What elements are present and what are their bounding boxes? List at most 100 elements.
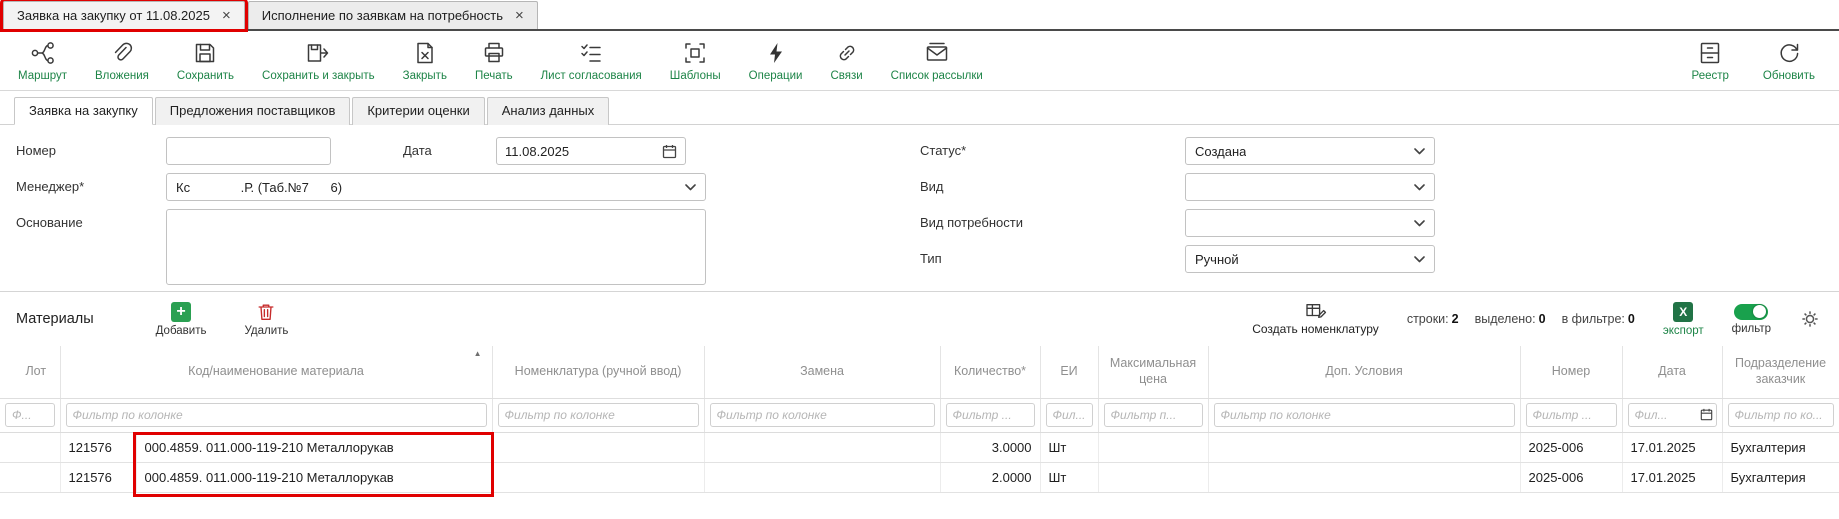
materials-table: Лот ▲ Код/наименование материала Номенкл… <box>0 346 1839 493</box>
cell-quantity[interactable]: 3.0000 <box>940 432 1040 462</box>
cell-date[interactable]: 17.01.2025 <box>1622 462 1722 492</box>
registry-button[interactable]: Реестр <box>1692 40 1729 83</box>
table-row[interactable]: 121576 000.4859. 011.000-119-210 Металло… <box>0 432 1839 462</box>
approval-sheet-icon <box>578 40 604 66</box>
filter-input-conditions[interactable] <box>1214 403 1515 427</box>
tab-evaluation-criteria[interactable]: Критерии оценки <box>352 97 484 125</box>
route-button[interactable]: Маршрут <box>18 40 67 83</box>
attachments-button[interactable]: Вложения <box>95 40 149 83</box>
materials-toolbar: Материалы + Добавить Удалить Создать ном… <box>0 291 1839 346</box>
operations-button[interactable]: Операции <box>749 40 803 83</box>
window-tab-bar: Заявка на закупку от 11.08.2025 × Исполн… <box>0 0 1839 31</box>
filter-input-code-name[interactable] <box>66 403 487 427</box>
filter-input-nomenclature[interactable] <box>498 403 699 427</box>
cell-replacement[interactable] <box>704 432 940 462</box>
refresh-button[interactable]: Обновить <box>1763 40 1815 83</box>
cell-unit[interactable]: Шт <box>1040 432 1098 462</box>
cell-max-price[interactable] <box>1098 462 1208 492</box>
registry-icon <box>1697 40 1723 66</box>
export-excel-button[interactable]: X экспорт <box>1663 302 1704 337</box>
add-button[interactable]: + Добавить <box>156 302 207 337</box>
cell-conditions[interactable] <box>1208 432 1520 462</box>
cell-lot[interactable] <box>0 462 60 492</box>
links-button[interactable]: Связи <box>830 40 862 83</box>
cell-replacement[interactable] <box>704 462 940 492</box>
col-header-date[interactable]: Дата <box>1622 346 1722 398</box>
number-label: Номер <box>16 137 166 158</box>
save-button[interactable]: Сохранить <box>177 40 234 83</box>
filter-input-quantity[interactable] <box>946 403 1035 427</box>
filter-input-unit[interactable] <box>1046 403 1093 427</box>
templates-button[interactable]: Шаблоны <box>670 40 721 83</box>
cell-unit[interactable]: Шт <box>1040 462 1098 492</box>
close-icon[interactable]: × <box>222 8 231 23</box>
close-document-button[interactable]: Закрыть <box>403 40 447 83</box>
col-header-nomenclature[interactable]: Номенклатура (ручной ввод) <box>492 346 704 398</box>
cell-nomenclature[interactable] <box>492 462 704 492</box>
gear-icon[interactable] <box>1799 308 1821 330</box>
cell-name[interactable]: 000.4859. 011.000-119-210 Металлорукав <box>136 432 492 462</box>
col-header-lot[interactable]: Лот <box>0 346 60 398</box>
kind-label: Вид <box>920 173 1185 194</box>
table-row[interactable]: 121576 000.4859. 011.000-119-210 Металло… <box>0 462 1839 492</box>
cell-department[interactable]: Бухгалтерия <box>1722 462 1839 492</box>
calendar-icon[interactable] <box>1700 408 1713 421</box>
delete-button[interactable]: Удалить <box>244 302 288 337</box>
date-label: Дата <box>331 137 496 158</box>
type-select[interactable]: Ручной <box>1185 245 1435 273</box>
filter-toggle[interactable] <box>1734 304 1768 320</box>
cell-code[interactable]: 121576 <box>60 432 136 462</box>
filter-input-lot[interactable] <box>5 403 55 427</box>
window-tab-label: Заявка на закупку от 11.08.2025 <box>17 8 210 23</box>
date-input[interactable]: 11.08.2025 <box>496 137 686 165</box>
kind-select[interactable] <box>1185 173 1435 201</box>
save-close-button[interactable]: Сохранить и закрыть <box>262 40 375 83</box>
cell-department[interactable]: Бухгалтерия <box>1722 432 1839 462</box>
window-tab-purchase-request[interactable]: Заявка на закупку от 11.08.2025 × <box>3 1 245 29</box>
chevron-down-icon <box>1414 184 1425 191</box>
table-header-row: Лот ▲ Код/наименование материала Номенкл… <box>0 346 1839 398</box>
col-header-unit[interactable]: ЕИ <box>1040 346 1098 398</box>
col-header-replacement[interactable]: Замена <box>704 346 940 398</box>
col-header-department[interactable]: Подразделение заказчик <box>1722 346 1839 398</box>
cell-nomenclature[interactable] <box>492 432 704 462</box>
cell-lot[interactable] <box>0 432 60 462</box>
cell-code[interactable]: 121576 <box>60 462 136 492</box>
create-nomenclature-button[interactable]: Создать номенклатуру <box>1252 302 1379 336</box>
status-select[interactable]: Создана <box>1185 137 1435 165</box>
mailing-list-button[interactable]: Список рассылки <box>891 40 983 83</box>
filter-input-max-price[interactable] <box>1104 403 1203 427</box>
basis-textarea[interactable] <box>166 209 706 285</box>
close-icon[interactable]: × <box>515 8 524 23</box>
save-close-icon <box>305 40 331 66</box>
cell-conditions[interactable] <box>1208 462 1520 492</box>
request-form: Номер Дата 11.08.2025 Менеджер* Кс .Р. (… <box>0 125 1839 291</box>
chevron-down-icon <box>1414 220 1425 227</box>
calendar-icon <box>662 144 677 159</box>
cell-name[interactable]: 000.4859. 011.000-119-210 Металлорукав <box>136 462 492 492</box>
window-tab-execution[interactable]: Исполнение по заявкам на потребность × <box>248 1 538 29</box>
col-header-quantity[interactable]: Количество* <box>940 346 1040 398</box>
approval-sheet-button[interactable]: Лист согласования <box>541 40 642 83</box>
table-filter-row <box>0 398 1839 432</box>
filter-input-replacement[interactable] <box>710 403 935 427</box>
need-kind-select[interactable] <box>1185 209 1435 237</box>
col-header-max-price[interactable]: Максимальная цена <box>1098 346 1208 398</box>
filter-input-department[interactable] <box>1728 403 1834 427</box>
col-header-number[interactable]: Номер <box>1520 346 1622 398</box>
cell-number[interactable]: 2025-006 <box>1520 432 1622 462</box>
col-header-code-name[interactable]: ▲ Код/наименование материала <box>60 346 492 398</box>
cell-date[interactable]: 17.01.2025 <box>1622 432 1722 462</box>
manager-select[interactable]: Кс .Р. (Таб.№7 6) <box>166 173 706 201</box>
manager-label: Менеджер* <box>16 173 166 194</box>
col-header-conditions[interactable]: Доп. Условия <box>1208 346 1520 398</box>
tab-purchase-request[interactable]: Заявка на закупку <box>14 97 153 125</box>
print-button[interactable]: Печать <box>475 40 513 83</box>
number-input[interactable] <box>166 137 331 165</box>
tab-data-analysis[interactable]: Анализ данных <box>487 97 610 125</box>
filter-input-number[interactable] <box>1526 403 1617 427</box>
cell-max-price[interactable] <box>1098 432 1208 462</box>
cell-quantity[interactable]: 2.0000 <box>940 462 1040 492</box>
cell-number[interactable]: 2025-006 <box>1520 462 1622 492</box>
tab-supplier-offers[interactable]: Предложения поставщиков <box>155 97 351 125</box>
